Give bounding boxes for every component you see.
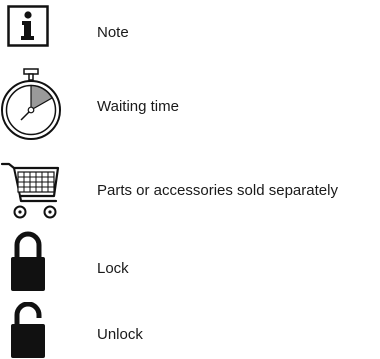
legend-item-note: Note	[0, 0, 380, 56]
lock-icon	[10, 230, 46, 292]
legend-label-lock: Lock	[97, 260, 129, 277]
legend-item-parts-sold-separately: Parts or accessories sold separately	[0, 160, 380, 222]
legend-label-unlock: Unlock	[97, 326, 143, 343]
shopping-cart-icon	[0, 160, 62, 222]
stopwatch-icon	[0, 68, 64, 158]
legend-item-lock: Lock	[0, 230, 380, 292]
info-icon	[7, 5, 49, 47]
legend-label-waiting-time: Waiting time	[97, 98, 179, 115]
legend-item-unlock: Unlock	[0, 302, 380, 359]
legend-label-note: Note	[97, 24, 129, 41]
unlock-icon	[10, 302, 46, 359]
symbol-legend: Note Waiting time Parts or accessories s…	[0, 0, 380, 359]
legend-item-waiting-time: Waiting time	[0, 68, 380, 158]
legend-label-parts-sold-separately: Parts or accessories sold separately	[97, 182, 338, 199]
